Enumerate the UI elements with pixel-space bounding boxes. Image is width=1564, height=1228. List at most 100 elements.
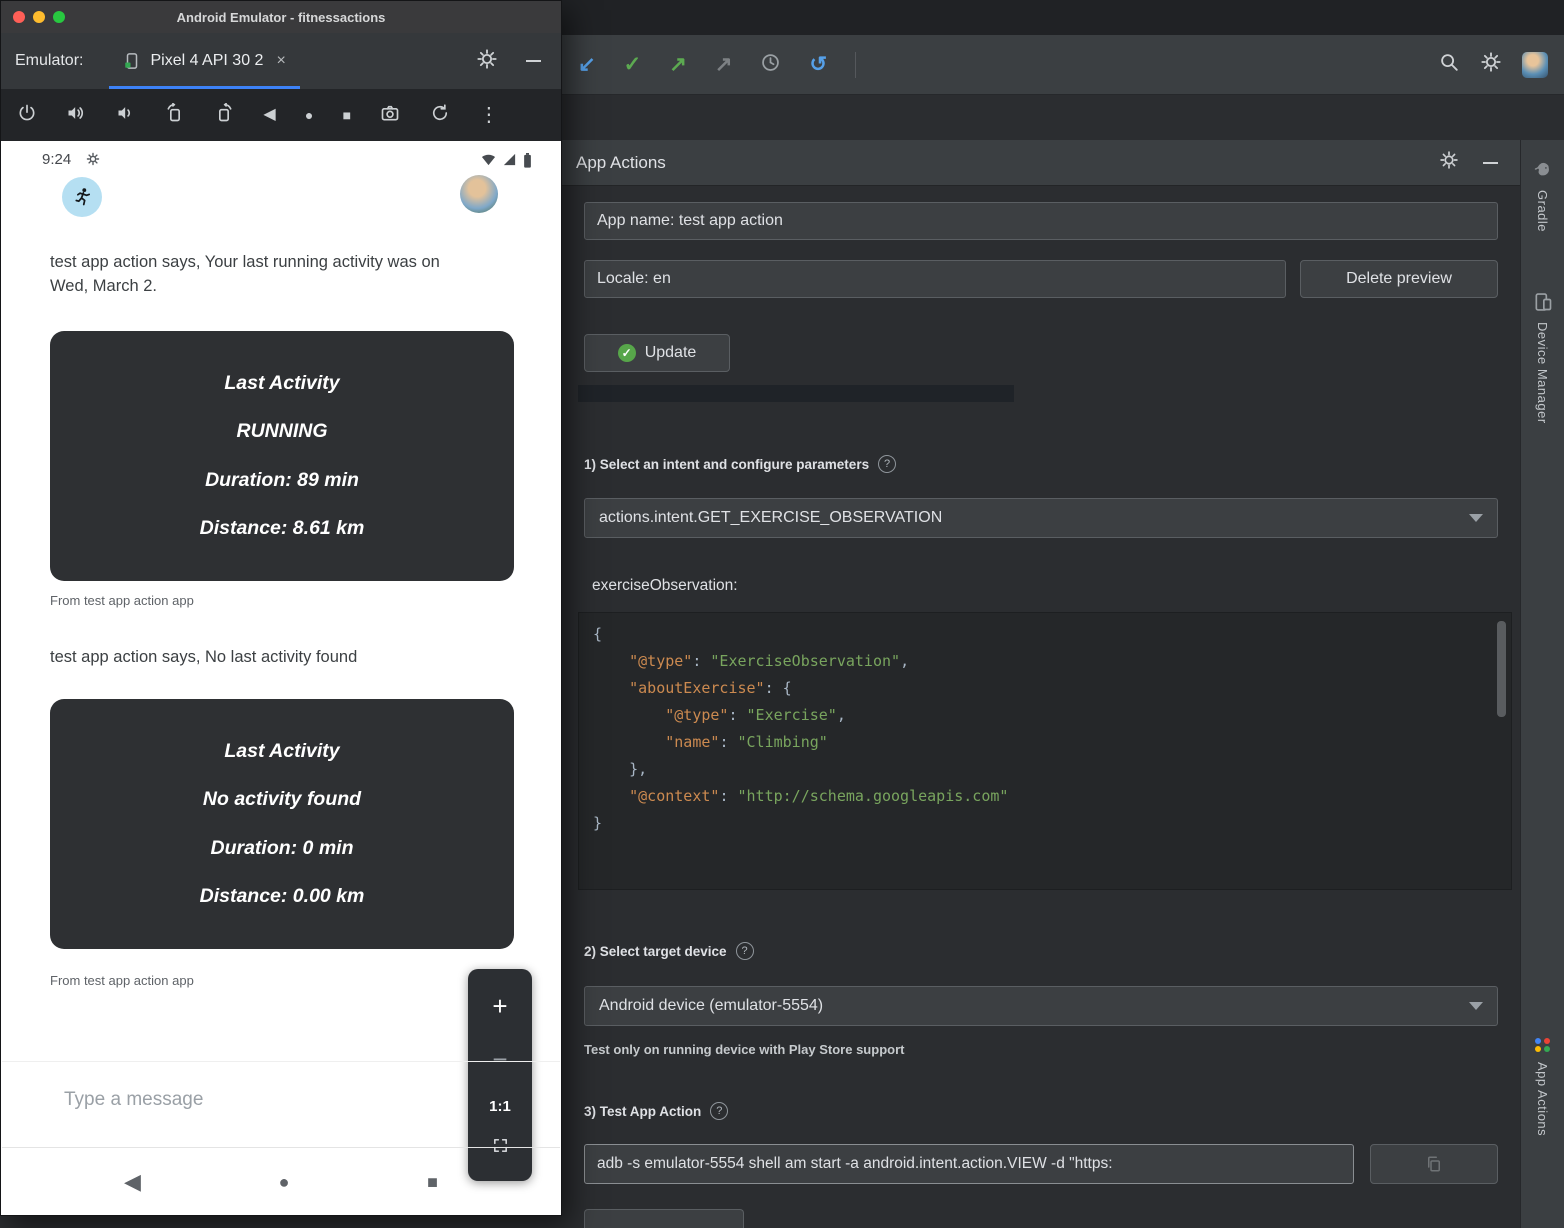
card-title: Last Activity bbox=[224, 740, 339, 763]
emulator-settings-gear-icon[interactable] bbox=[476, 48, 498, 75]
settings-gear-icon[interactable] bbox=[1480, 51, 1502, 78]
overview-icon[interactable]: ■ bbox=[343, 108, 351, 122]
update-check-icon: ✓ bbox=[618, 344, 636, 362]
window-title: Android Emulator - fitnessactions bbox=[177, 10, 386, 25]
signal-icon bbox=[502, 153, 517, 166]
app-name-field[interactable]: App name: test app action bbox=[584, 202, 1498, 240]
emulator-titlebar: Android Emulator - fitnessactions bbox=[1, 1, 561, 33]
delete-preview-button[interactable]: Delete preview bbox=[1300, 260, 1498, 298]
parameter-label: exerciseObservation: bbox=[592, 577, 738, 595]
device-dropdown-value: Android device (emulator-5554) bbox=[599, 997, 823, 1015]
android-studio-window: ↙ ✓ ↗ ↗ ↺ App Actions bbox=[562, 0, 1564, 1228]
maximize-window-button[interactable] bbox=[53, 11, 65, 23]
chevron-down-icon bbox=[1469, 1002, 1483, 1010]
card-distance: Distance: 0.00 km bbox=[200, 885, 365, 908]
status-gear-icon bbox=[86, 152, 100, 171]
card-duration: Duration: 0 min bbox=[210, 837, 353, 860]
close-window-button[interactable] bbox=[13, 11, 25, 23]
tool-tab-gradle[interactable]: Gradle bbox=[1521, 160, 1564, 232]
activity-card-running: Last Activity RUNNING Duration: 89 min D… bbox=[50, 331, 514, 581]
emulator-minimize-icon[interactable] bbox=[526, 60, 541, 62]
android-navigation-bar: ◀ ● ■ bbox=[2, 1148, 560, 1215]
studio-main-toolbar: ↙ ✓ ↗ ↗ ↺ bbox=[562, 35, 1564, 95]
screenshot-root: ↙ ✓ ↗ ↗ ↺ App Actions bbox=[0, 0, 1564, 1228]
card-source-caption: From test app action app bbox=[50, 593, 194, 608]
update-button[interactable]: ✓ Update bbox=[584, 334, 730, 372]
user-avatar bbox=[460, 175, 498, 213]
device-tab-pixel4[interactable]: Pixel 4 API 30 2 × bbox=[109, 33, 299, 89]
panel-settings-gear-icon[interactable] bbox=[1439, 150, 1459, 175]
phone-screen: 9:24 test app action says, Your last run… bbox=[2, 141, 560, 1215]
arrow-down-left-icon[interactable]: ↙ bbox=[578, 54, 596, 75]
back-icon[interactable]: ◀ bbox=[263, 107, 275, 123]
runner-icon bbox=[71, 186, 93, 208]
undo-icon[interactable]: ↺ bbox=[809, 54, 827, 75]
tool-tab-label: App Actions bbox=[1535, 1062, 1550, 1136]
help-icon[interactable]: ? bbox=[710, 1102, 728, 1120]
status-bar-icons bbox=[481, 153, 532, 168]
device-tab-label: Pixel 4 API 30 2 bbox=[150, 52, 263, 70]
arrow-up-right-secondary-icon[interactable]: ↗ bbox=[715, 54, 733, 75]
more-options-icon[interactable]: ⋮ bbox=[479, 105, 499, 125]
emulator-toolbar: Emulator: Pixel 4 API 30 2 × bbox=[1, 33, 561, 89]
zoom-in-button[interactable]: + bbox=[492, 991, 507, 1022]
arrow-up-right-icon[interactable]: ↗ bbox=[669, 54, 687, 75]
check-icon[interactable]: ✓ bbox=[624, 54, 642, 75]
tab-close-icon[interactable]: × bbox=[276, 52, 285, 70]
chat-input-divider bbox=[2, 1061, 560, 1062]
toolbar-separator bbox=[855, 52, 856, 78]
update-button-label: Update bbox=[645, 344, 697, 362]
help-icon[interactable]: ? bbox=[736, 942, 754, 960]
nav-overview-button[interactable]: ■ bbox=[427, 1173, 438, 1191]
adb-command-field[interactable]: adb -s emulator-5554 shell am start -a a… bbox=[584, 1144, 1354, 1184]
clock-icon[interactable] bbox=[760, 52, 781, 78]
card-duration: Duration: 89 min bbox=[205, 469, 359, 492]
minimize-window-button[interactable] bbox=[33, 11, 45, 23]
phone-tab-icon bbox=[123, 52, 141, 70]
emulator-label: Emulator: bbox=[15, 52, 83, 70]
section-test-app-action: 3) Test App Action ? bbox=[584, 1102, 728, 1120]
scrollbar-thumb[interactable] bbox=[1497, 621, 1506, 717]
app-actions-panel-header: App Actions bbox=[562, 140, 1520, 186]
volume-down-icon[interactable] bbox=[116, 103, 136, 128]
tool-tab-device-manager[interactable]: Device Manager bbox=[1521, 292, 1564, 424]
card-title: Last Activity bbox=[224, 372, 339, 395]
rotate-left-icon[interactable] bbox=[165, 103, 185, 128]
card-status: No activity found bbox=[203, 788, 361, 811]
message-input[interactable]: Type a message bbox=[64, 1089, 203, 1111]
tool-window-stripe: Gradle Device Manager App Actions bbox=[1520, 140, 1564, 1228]
app-actions-icon bbox=[1535, 1038, 1551, 1052]
intent-dropdown[interactable]: actions.intent.GET_EXERCISE_OBSERVATION bbox=[584, 498, 1498, 538]
tool-tab-app-actions[interactable]: App Actions bbox=[1521, 1038, 1564, 1136]
device-manager-icon bbox=[1533, 292, 1553, 312]
copy-command-button[interactable] bbox=[1370, 1144, 1498, 1184]
section-three-label: 3) Test App Action bbox=[584, 1104, 701, 1119]
code-editor[interactable]: { "@type": "ExerciseObservation", "about… bbox=[578, 612, 1512, 890]
partially-visible-button[interactable] bbox=[584, 1209, 744, 1228]
activity-card-none: Last Activity No activity found Duration… bbox=[50, 699, 514, 949]
assistant-app-avatar bbox=[62, 177, 102, 217]
section-select-intent: 1) Select an intent and configure parame… bbox=[584, 455, 896, 473]
zoom-out-button[interactable]: − bbox=[492, 1044, 507, 1075]
target-device-dropdown[interactable]: Android device (emulator-5554) bbox=[584, 986, 1498, 1026]
help-icon[interactable]: ? bbox=[878, 455, 896, 473]
snapshot-icon[interactable] bbox=[430, 103, 450, 128]
card-status: RUNNING bbox=[237, 420, 328, 443]
home-icon[interactable]: ● bbox=[305, 108, 313, 122]
studio-top-strip bbox=[562, 0, 1564, 35]
locale-field[interactable]: Locale: en bbox=[584, 260, 1286, 298]
rotate-right-icon[interactable] bbox=[214, 103, 234, 128]
panel-minimize-icon[interactable] bbox=[1483, 162, 1498, 164]
nav-home-button[interactable]: ● bbox=[279, 1173, 290, 1191]
volume-up-icon[interactable] bbox=[66, 103, 86, 128]
device-note: Test only on running device with Play St… bbox=[584, 1042, 904, 1057]
copy-icon bbox=[1425, 1155, 1443, 1173]
nav-back-button[interactable]: ◀ bbox=[124, 1171, 141, 1193]
section-one-label: 1) Select an intent and configure parame… bbox=[584, 457, 869, 472]
power-icon[interactable] bbox=[17, 103, 37, 128]
search-icon[interactable] bbox=[1438, 51, 1460, 78]
intent-dropdown-value: actions.intent.GET_EXERCISE_OBSERVATION bbox=[599, 509, 942, 527]
user-profile-avatar[interactable] bbox=[1522, 52, 1548, 78]
camera-icon[interactable] bbox=[380, 103, 400, 128]
zoom-ratio-button[interactable]: 1:1 bbox=[489, 1098, 511, 1115]
